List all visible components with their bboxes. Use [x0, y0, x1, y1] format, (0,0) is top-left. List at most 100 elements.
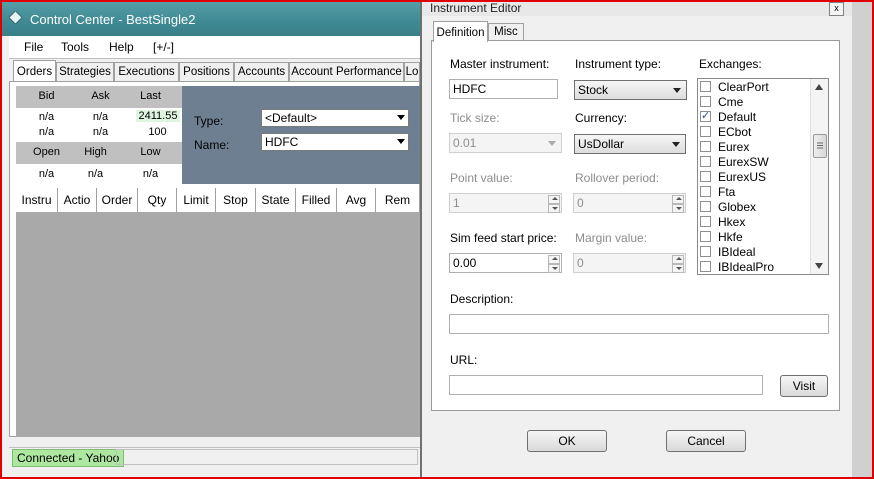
col-limit[interactable]: Limit [177, 188, 216, 212]
col-stop[interactable]: Stop [216, 188, 256, 212]
checkbox-icon[interactable] [700, 186, 711, 197]
chevron-down-icon [673, 88, 681, 93]
tick-size-select[interactable]: 0.01 [449, 133, 562, 153]
exchanges-label: Exchanges: [699, 57, 762, 71]
checkbox-checked-icon[interactable] [700, 109, 711, 124]
col-state[interactable]: State [256, 188, 296, 212]
checkbox-icon[interactable] [700, 141, 711, 152]
type-combo[interactable]: <Default> [261, 109, 409, 127]
col-instrument[interactable]: Instru [16, 188, 58, 212]
low-value: n/a [142, 168, 159, 180]
bid-value: n/a [38, 111, 55, 123]
high-label: High [84, 146, 107, 158]
instrument-selector-panel: Type: <Default> Name: HDFC [182, 86, 420, 184]
bid-size: n/a [38, 126, 55, 138]
control-center-title: Control Center - BestSingle2 [30, 12, 196, 27]
col-order[interactable]: Order [97, 188, 138, 212]
rollover-period-input[interactable]: 0 [573, 193, 686, 213]
currency-value: UsDollar [578, 137, 625, 151]
background-window [852, 0, 874, 479]
point-value-text: 1 [453, 196, 460, 210]
checkbox-icon[interactable] [700, 216, 711, 227]
cancel-button[interactable]: Cancel [666, 430, 746, 452]
ask-size: n/a [92, 126, 109, 138]
tick-size-label: Tick size: [450, 111, 500, 125]
margin-value-text: 0 [577, 256, 584, 270]
menu-tools[interactable]: Tools [61, 40, 89, 54]
tab-positions[interactable]: Positions [179, 62, 234, 81]
tab-accounts[interactable]: Accounts [234, 62, 289, 81]
tick-size-value: 0.01 [453, 136, 477, 150]
col-action[interactable]: Actio [58, 188, 97, 212]
tab-log[interactable]: Lo [404, 62, 420, 81]
tab-orders[interactable]: Orders [13, 60, 56, 81]
checkbox-icon[interactable] [700, 96, 711, 107]
close-icon[interactable]: x [829, 2, 844, 16]
last-price-value: 2411.55 [136, 110, 180, 122]
checkbox-icon[interactable] [700, 81, 711, 92]
tab-executions[interactable]: Executions [114, 62, 179, 81]
currency-select[interactable]: UsDollar [574, 134, 686, 154]
tab-misc[interactable]: Misc [488, 23, 524, 40]
description-label: Description: [450, 292, 514, 306]
type-label: Type: [194, 114, 224, 128]
open-label: Open [33, 146, 60, 158]
margin-value-input[interactable]: 0 [573, 253, 686, 273]
ok-button[interactable]: OK [527, 430, 607, 452]
col-filled[interactable]: Filled [296, 188, 337, 212]
visit-button[interactable]: Visit [780, 375, 828, 397]
chevron-down-icon [397, 115, 405, 120]
checkbox-icon[interactable] [700, 231, 711, 242]
description-input[interactable] [449, 314, 829, 334]
exchanges-scrollbar[interactable] [810, 79, 828, 274]
scroll-up-icon[interactable] [815, 84, 823, 90]
chevron-down-icon [397, 139, 405, 144]
col-qty[interactable]: Qty [138, 188, 177, 212]
menu-bar: File Tools Help [+/-] [9, 36, 420, 59]
last-label: Last [140, 90, 161, 102]
margin-spinner[interactable] [672, 255, 684, 273]
rollover-spinner[interactable] [672, 195, 684, 213]
instrument-editor-titlebar[interactable]: Instrument Editor [422, 0, 852, 16]
sim-feed-input[interactable]: 0.00 [449, 253, 562, 273]
col-avg[interactable]: Avg [337, 188, 376, 212]
app-icon [9, 11, 22, 24]
instrument-type-label: Instrument type: [575, 57, 662, 71]
control-center-titlebar[interactable]: Control Center - BestSingle2 [0, 0, 420, 36]
tab-strategies[interactable]: Strategies [56, 62, 114, 81]
master-instrument-input[interactable]: HDFC [449, 79, 558, 99]
low-label: Low [140, 146, 161, 158]
high-value: n/a [87, 168, 104, 180]
instrument-type-value: Stock [578, 83, 609, 97]
menu-help[interactable]: Help [109, 40, 134, 54]
checkbox-icon[interactable] [700, 246, 711, 257]
menu-file[interactable]: File [24, 40, 43, 54]
instrument-type-select[interactable]: Stock [574, 80, 687, 100]
ask-label: Ask [91, 90, 110, 102]
sim-feed-spinner[interactable] [548, 255, 560, 273]
name-combo-value: HDFC [265, 135, 299, 149]
name-combo[interactable]: HDFC [261, 133, 409, 151]
checkbox-icon[interactable] [700, 126, 711, 137]
col-remaining[interactable]: Rem [376, 188, 420, 212]
checkbox-icon[interactable] [700, 156, 711, 167]
checkbox-icon[interactable] [700, 261, 711, 272]
instrument-editor-title: Instrument Editor [430, 1, 522, 15]
scroll-down-icon[interactable] [815, 263, 823, 269]
point-value-spinner[interactable] [548, 195, 560, 213]
point-value-label: Point value: [450, 171, 513, 185]
tab-account-performance[interactable]: Account Performance [289, 62, 404, 81]
checkbox-icon[interactable] [700, 171, 711, 182]
menu-expand[interactable]: [+/-] [153, 40, 174, 54]
status-bar-panel [116, 449, 418, 465]
url-input[interactable] [449, 375, 763, 395]
orders-grid-body[interactable] [16, 212, 420, 437]
control-center-tabs: Orders Strategies Executions Positions A… [9, 60, 420, 82]
scroll-thumb[interactable] [813, 134, 827, 158]
point-value-input[interactable]: 1 [449, 193, 562, 213]
last-size: 100 [148, 126, 167, 138]
tab-definition[interactable]: Definition [433, 21, 488, 42]
connection-status: Connected - Yahoo [12, 449, 125, 467]
type-combo-value: <Default> [265, 111, 318, 125]
checkbox-icon[interactable] [700, 201, 711, 212]
